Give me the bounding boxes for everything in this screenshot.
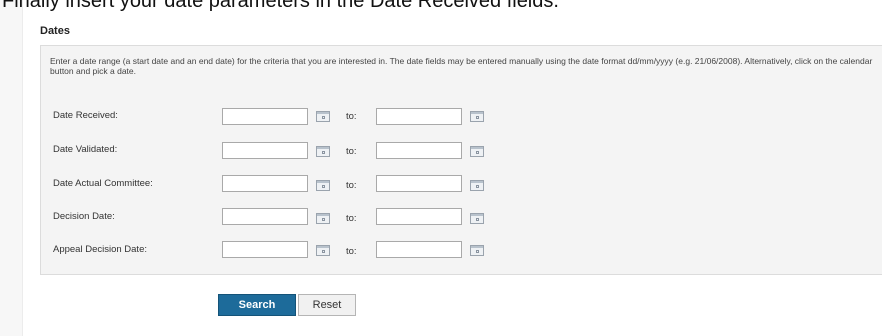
dates-section-title: Dates [40,25,70,37]
decision-date-from-input[interactable] [222,208,308,225]
appeal-decision-date-to-label: to: [346,246,357,257]
date-received-to-calendar-icon[interactable] [470,111,484,122]
date-validated-to-calendar-icon[interactable] [470,146,484,157]
instruction-caption: Finally insert your date parameters in t… [2,0,559,12]
page-left-margin [0,0,23,336]
date-actual-committee-to-calendar-icon[interactable] [470,180,484,191]
date-validated-label: Date Validated: [53,144,118,155]
date-received-label: Date Received: [53,110,118,121]
appeal-decision-date-to-input[interactable] [376,241,462,258]
dates-instructions: Enter a date range (a start date and an … [50,56,873,76]
appeal-decision-date-label: Appeal Decision Date: [53,244,147,255]
decision-date-to-input[interactable] [376,208,462,225]
date-validated-from-calendar-icon[interactable] [316,146,330,157]
decision-date-from-calendar-icon[interactable] [316,213,330,224]
date-actual-committee-from-input[interactable] [222,175,308,192]
date-validated-to-input[interactable] [376,142,462,159]
date-validated-from-input[interactable] [222,142,308,159]
search-button[interactable]: Search [218,294,296,316]
date-received-to-input[interactable] [376,108,462,125]
date-validated-to-label: to: [346,146,357,157]
date-actual-committee-from-calendar-icon[interactable] [316,180,330,191]
date-received-to-label: to: [346,111,357,122]
appeal-decision-date-from-calendar-icon[interactable] [316,245,330,256]
date-received-from-input[interactable] [222,108,308,125]
appeal-decision-date-to-calendar-icon[interactable] [470,245,484,256]
reset-button[interactable]: Reset [298,294,356,316]
date-actual-committee-label: Date Actual Committee: [53,178,153,189]
date-actual-committee-to-label: to: [346,180,357,191]
appeal-decision-date-from-input[interactable] [222,241,308,258]
date-received-from-calendar-icon[interactable] [316,111,330,122]
decision-date-to-calendar-icon[interactable] [470,213,484,224]
decision-date-to-label: to: [346,213,357,224]
date-actual-committee-to-input[interactable] [376,175,462,192]
decision-date-label: Decision Date: [53,211,115,222]
